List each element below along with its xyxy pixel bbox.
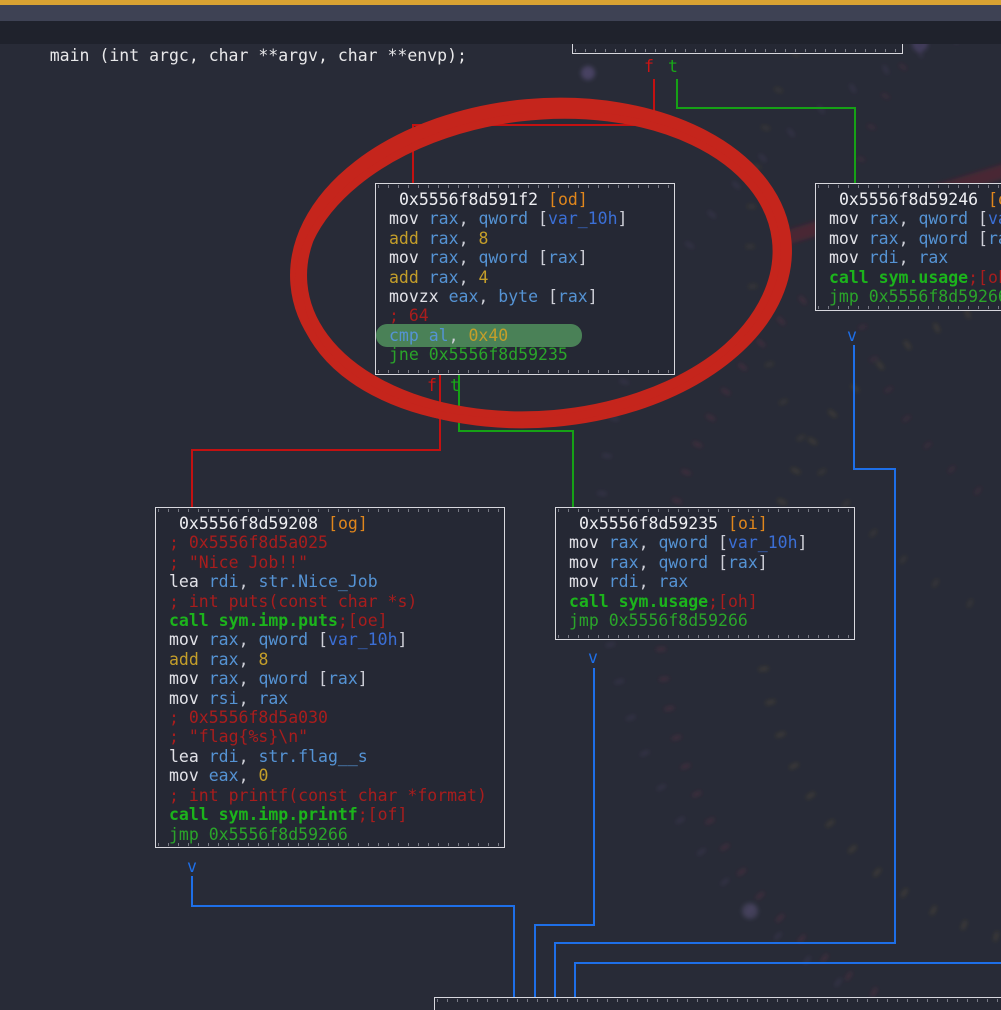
blocks-layer: 0x5556f8d591f2 [od]mov rax, qword [var_1…: [0, 0, 1001, 1010]
flow-arrow-label-f: f: [427, 377, 437, 395]
asm-line[interactable]: ; "Nice Job!!": [156, 553, 504, 572]
asm-line[interactable]: call sym.usage;[ok]: [816, 268, 1001, 287]
flow-arrow-label-f: f: [644, 58, 654, 76]
block-59246[interactable]: 0x5556f8d59246 [oj]mov rax, qword [var_1…: [815, 183, 1001, 311]
radare2-graph-view: 0x5556f8d591f2 [od]mov rax, qword [var_1…: [0, 0, 1001, 1010]
asm-line[interactable]: ; int printf(const char *format): [156, 786, 504, 805]
edge-59208-out: [192, 876, 514, 998]
edge-59235-out: [535, 668, 594, 998]
asm-line[interactable]: jmp 0x5556f8d59266: [156, 825, 504, 844]
red-marker-annotation: [0, 0, 1001, 1010]
block-59235[interactable]: 0x5556f8d59235 [oi]mov rax, qword [var_1…: [555, 507, 855, 640]
asm-line[interactable]: call sym.imp.puts;[oe]: [156, 611, 504, 630]
asm-line[interactable]: ; int puts(const char *s): [156, 592, 504, 611]
asm-line[interactable]: ; "flag{%s}\n": [156, 727, 504, 746]
block-59208[interactable]: 0x5556f8d59208 [og]; 0x5556f8d5a025; "Ni…: [155, 507, 505, 848]
asm-line[interactable]: add rax, 8: [156, 650, 504, 669]
asm-line[interactable]: movzx eax, byte [rax]: [376, 287, 674, 306]
asm-line[interactable]: mov rax, qword [var_10h]: [156, 630, 504, 649]
block-header[interactable]: 0x5556f8d59235 [oi]: [556, 514, 854, 533]
edge-59246-out: [555, 345, 895, 998]
asm-line[interactable]: mov rsi, rax: [156, 689, 504, 708]
asm-line[interactable]: mov rax, qword [rax]: [156, 669, 504, 688]
function-signature-row: main (int argc, char **argv, char **envp…: [0, 21, 1001, 44]
asm-line[interactable]: add rax, 8: [376, 229, 674, 248]
asm-line[interactable]: mov rax, qword [var_10h]: [556, 533, 854, 552]
edge-591f2-true: [459, 375, 573, 508]
asm-line[interactable]: mov rax, qword [rax]: [376, 248, 674, 267]
flow-arrow-label-v: v: [847, 327, 857, 345]
asm-line[interactable]: mov rax, qword [var_10h]: [816, 209, 1001, 228]
asm-line[interactable]: call sym.usage;[oh]: [556, 592, 854, 611]
asm-line[interactable]: lea rdi, str.Nice_Job: [156, 572, 504, 591]
edge-labels-layer: ftftvvv: [0, 0, 1001, 1010]
asm-line[interactable]: ; 0x5556f8d5a030: [156, 708, 504, 727]
block-591f2[interactable]: 0x5556f8d591f2 [od]mov rax, qword [var_1…: [375, 183, 675, 375]
block-header[interactable]: 0x5556f8d59246 [oj]: [816, 190, 1001, 209]
asm-line[interactable]: jne 0x5556f8d59235: [376, 345, 674, 364]
window-title-strip: [0, 5, 1001, 21]
block-59266[interactable]: [434, 997, 1001, 1010]
flow-arrow-label-v: v: [588, 649, 598, 667]
flow-arrow-label-v: v: [187, 858, 197, 876]
edge-top-false: [413, 79, 654, 184]
asm-line[interactable]: ; 0x5556f8d5a025: [156, 533, 504, 552]
asm-line[interactable]: mov rdi, rax: [816, 248, 1001, 267]
asm-line[interactable]: jmp 0x5556f8d59266: [556, 611, 854, 630]
asm-line[interactable]: call sym.imp.printf;[of]: [156, 805, 504, 824]
asm-line[interactable]: mov rax, qword [rax]: [556, 553, 854, 572]
green-highlight: cmp al, 0x40: [376, 324, 582, 347]
asm-line[interactable]: cmp al, 0x40: [376, 326, 674, 345]
asm-line[interactable]: jmp 0x5556f8d59266: [816, 287, 1001, 306]
asm-line[interactable]: mov eax, 0: [156, 766, 504, 785]
asm-line[interactable]: add rax, 4: [376, 268, 674, 287]
function-signature: main (int argc, char **argv, char **envp…: [40, 46, 467, 65]
background-decor: [0, 0, 1001, 1010]
asm-line[interactable]: mov rax, qword [rax]: [816, 229, 1001, 248]
asm-line[interactable]: ; 64: [376, 306, 674, 325]
asm-line[interactable]: mov rax, qword [var_10h]: [376, 209, 674, 228]
edge-offscreen: [575, 963, 1001, 998]
edges-layer: [0, 0, 1001, 1010]
flow-arrow-label-t: t: [668, 58, 678, 76]
asm-line[interactable]: mov rdi, rax: [556, 572, 854, 591]
edge-591f2-false: [192, 375, 440, 508]
edge-top-true: [677, 79, 855, 184]
block-header[interactable]: 0x5556f8d59208 [og]: [156, 514, 504, 533]
flow-arrow-label-t: t: [450, 377, 460, 395]
block-header[interactable]: 0x5556f8d591f2 [od]: [376, 190, 674, 209]
asm-line[interactable]: lea rdi, str.flag__s: [156, 747, 504, 766]
